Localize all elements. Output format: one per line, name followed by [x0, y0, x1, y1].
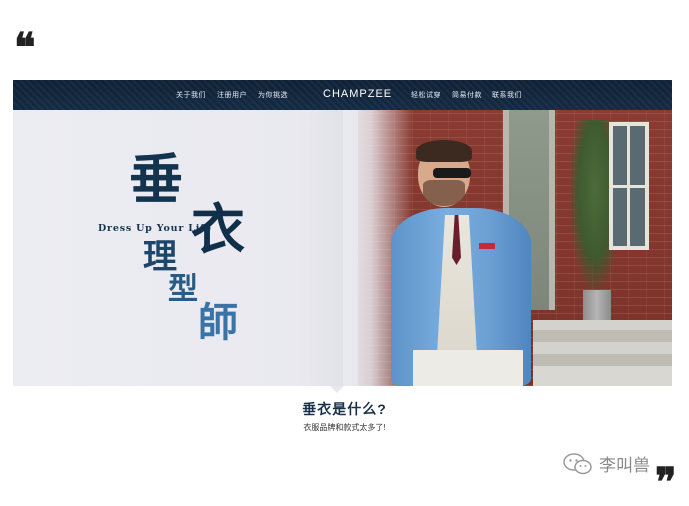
watermark: 李叫兽 — [563, 451, 650, 476]
model-pants — [413, 350, 523, 386]
close-quote-mark: ❞ — [655, 459, 677, 506]
banner-pointer — [330, 386, 344, 393]
section-title: 垂衣是什么? — [302, 401, 387, 417]
hero-char-5: 師 — [198, 299, 238, 346]
model-sunglasses — [433, 168, 471, 178]
model-beard — [423, 180, 465, 206]
hero-char-1: 垂 — [129, 147, 183, 211]
model-hair — [416, 140, 472, 162]
website-banner: 关于我们 注册用户 为你挑选 CHAMPZEE 轻松试穿 简易付款 联系我们 垂… — [13, 80, 672, 386]
hero-tagline: Dress Up Your Life — [98, 223, 212, 234]
hero-char-3: 理 — [143, 237, 177, 277]
hero-char-4: 型 — [168, 272, 198, 307]
open-quote-mark: ❝ — [14, 24, 36, 71]
watermark-text: 李叫兽 — [599, 456, 650, 475]
wechat-icon — [563, 452, 592, 474]
model-pocket-square — [479, 243, 495, 249]
section-subtitle: 衣服品牌和款式太多了! — [303, 423, 386, 432]
